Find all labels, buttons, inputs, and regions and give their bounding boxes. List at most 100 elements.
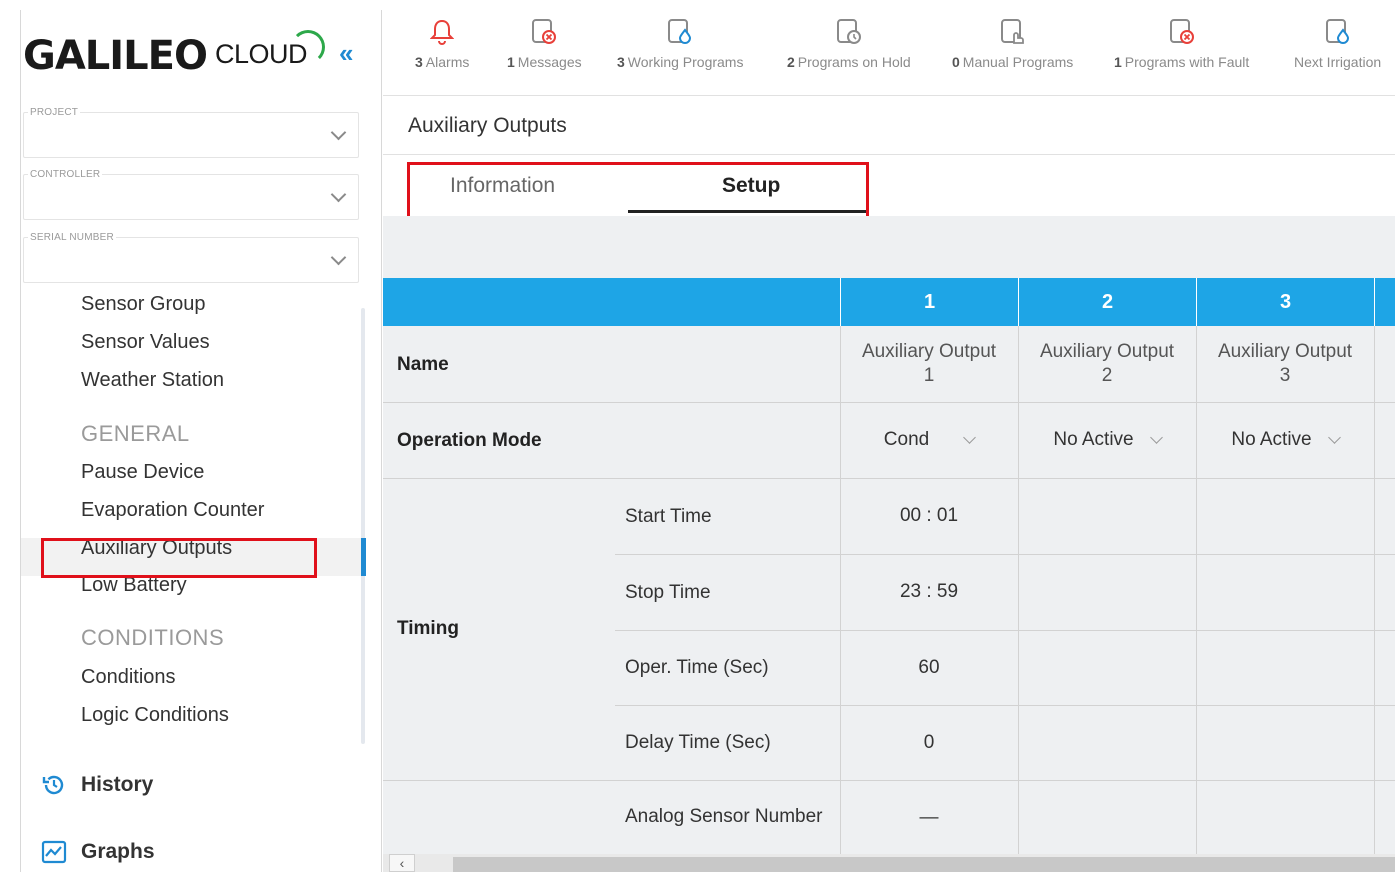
- logo-main-text: GALILEO: [23, 33, 208, 79]
- operation-mode-select-3[interactable]: No Active: [1196, 402, 1374, 478]
- stop-time-input-1[interactable]: 23 : 59: [840, 554, 1018, 630]
- delay-time-input-1[interactable]: 0: [840, 705, 1018, 780]
- table-body: Name Auxiliary Output 1 Auxiliary Output…: [383, 326, 1395, 856]
- stat-next-irrigation[interactable]: Next Irrigation: [1294, 10, 1381, 96]
- name-cell-1[interactable]: Auxiliary Output 1: [840, 326, 1018, 402]
- project-select[interactable]: PROJECT: [23, 107, 359, 158]
- chevron-down-icon: [1327, 430, 1341, 444]
- name-cell-2[interactable]: Auxiliary Output 2: [1018, 326, 1196, 402]
- manual-program-icon: [997, 16, 1029, 48]
- row-label-timing: Timing: [397, 618, 459, 639]
- sidebar-group-general: GENERAL: [81, 421, 190, 446]
- logo-cloud-text: CLOUD: [215, 30, 325, 68]
- scrollbar-thumb[interactable]: [453, 857, 1395, 872]
- message-fault-icon: [528, 16, 560, 48]
- programs-on-hold-label: Programs on Hold: [797, 54, 911, 70]
- oper-time-input-2[interactable]: [1018, 630, 1196, 705]
- sidebar-item-logic-conditions[interactable]: Logic Conditions: [81, 704, 229, 727]
- messages-count: 1: [507, 54, 515, 70]
- page-title: Auxiliary Outputs: [408, 114, 567, 137]
- table-header: 1 2 3: [383, 278, 1395, 326]
- program-hold-icon: [833, 16, 865, 48]
- row-label-start-time: Start Time: [625, 506, 712, 527]
- collapse-sidebar-icon[interactable]: «: [339, 38, 353, 69]
- nav-graphs[interactable]: Graphs: [41, 839, 155, 865]
- horizontal-scrollbar[interactable]: ‹: [383, 854, 1395, 872]
- alarms-label: Alarms: [425, 54, 470, 70]
- sidebar-item-evaporation-counter[interactable]: Evaporation Counter: [81, 499, 264, 522]
- row-label-analog-sensor-number: Analog Sensor Number: [625, 806, 823, 827]
- program-fault-icon: [1166, 16, 1198, 48]
- operation-mode-value: No Active: [1231, 429, 1312, 450]
- stat-programs-with-fault[interactable]: 1 Programs with Fault: [1114, 10, 1249, 96]
- bell-icon: [426, 16, 458, 48]
- main-content: Auxiliary Outputs Information Setup 1 2 …: [383, 96, 1395, 872]
- analog-sensor-select-1[interactable]: —: [840, 780, 1018, 856]
- oper-time-input-1[interactable]: 60: [840, 630, 1018, 705]
- start-time-input-3[interactable]: [1196, 478, 1374, 554]
- operation-mode-select-2[interactable]: No Active: [1018, 402, 1196, 478]
- column-header-2: 2: [1018, 278, 1196, 326]
- programs-with-fault-label: Programs with Fault: [1124, 54, 1250, 70]
- next-irrigation-label: Next Irrigation: [1294, 54, 1382, 70]
- chevron-down-icon: [330, 186, 347, 203]
- stat-alarms[interactable]: 3 Alarms: [415, 10, 469, 96]
- analog-sensor-select-3[interactable]: [1196, 780, 1374, 856]
- name-cell-text: Auxiliary Output: [1039, 341, 1175, 362]
- start-time-input-2[interactable]: [1018, 478, 1196, 554]
- sidebar: GALILEO CLOUD « PROJECT CONTROLLER SERIA…: [20, 10, 382, 872]
- divider: [383, 154, 1395, 155]
- working-program-icon: [664, 16, 696, 48]
- graph-icon: [41, 839, 67, 865]
- chevron-down-icon: [1149, 430, 1163, 444]
- row-label-stop-time: Stop Time: [625, 582, 711, 603]
- sidebar-item-conditions[interactable]: Conditions: [81, 666, 176, 689]
- stat-messages[interactable]: 1 Messages: [507, 10, 582, 96]
- nav-history[interactable]: History: [41, 772, 153, 798]
- stat-working-programs[interactable]: 3 Working Programs: [617, 10, 743, 96]
- column-header-1: 1: [840, 278, 1018, 326]
- name-cell-3[interactable]: Auxiliary Output 3: [1196, 326, 1374, 402]
- active-item-indicator: [361, 538, 366, 576]
- sidebar-item-pause-device[interactable]: Pause Device: [81, 461, 204, 484]
- toolbar-band: [383, 216, 1395, 278]
- delay-time-input-3[interactable]: [1196, 705, 1374, 780]
- next-irrigation-icon: [1322, 16, 1354, 48]
- stat-manual-programs[interactable]: 0 Manual Programs: [952, 10, 1073, 96]
- serial-number-label: SERIAL NUMBER: [28, 232, 116, 243]
- sidebar-scrollbar[interactable]: [361, 308, 365, 744]
- start-time-input-1[interactable]: 00 : 01: [840, 478, 1018, 554]
- project-label: PROJECT: [28, 107, 81, 118]
- working-programs-label: Working Programs: [627, 54, 744, 70]
- row-label-name: Name: [397, 354, 449, 375]
- sidebar-item-weather-station[interactable]: Weather Station: [81, 369, 224, 392]
- delay-time-input-2[interactable]: [1018, 705, 1196, 780]
- serial-number-select[interactable]: SERIAL NUMBER: [23, 232, 359, 283]
- grid-line: [1374, 326, 1375, 856]
- manual-programs-count: 0: [952, 54, 960, 70]
- programs-on-hold-count: 2: [787, 54, 795, 70]
- name-cell-number: 3: [1279, 365, 1291, 386]
- nav-history-label: History: [81, 773, 154, 796]
- name-cell-text: Auxiliary Output: [861, 341, 997, 362]
- controller-select[interactable]: CONTROLLER: [23, 169, 359, 220]
- alarms-count: 3: [415, 54, 423, 70]
- analog-sensor-select-2[interactable]: [1018, 780, 1196, 856]
- sidebar-item-sensor-group[interactable]: Sensor Group: [81, 293, 206, 316]
- operation-mode-value: No Active: [1053, 429, 1134, 450]
- name-cell-number: 1: [923, 365, 935, 386]
- name-cell-number: 2: [1101, 365, 1113, 386]
- programs-with-fault-count: 1: [1114, 54, 1122, 70]
- row-label-oper-time: Oper. Time (Sec): [625, 657, 769, 678]
- oper-time-input-3[interactable]: [1196, 630, 1374, 705]
- operation-mode-value: Cond: [883, 429, 930, 450]
- stop-time-input-2[interactable]: [1018, 554, 1196, 630]
- stop-time-input-3[interactable]: [1196, 554, 1374, 630]
- operation-mode-select-1[interactable]: Cond: [840, 402, 1018, 478]
- brand-logo[interactable]: GALILEO CLOUD: [23, 30, 325, 79]
- scroll-left-button[interactable]: ‹: [389, 854, 415, 872]
- working-programs-count: 3: [617, 54, 625, 70]
- row-label-operation-mode: Operation Mode: [397, 430, 542, 451]
- sidebar-item-sensor-values[interactable]: Sensor Values: [81, 331, 210, 354]
- stat-programs-on-hold[interactable]: 2 Programs on Hold: [787, 10, 911, 96]
